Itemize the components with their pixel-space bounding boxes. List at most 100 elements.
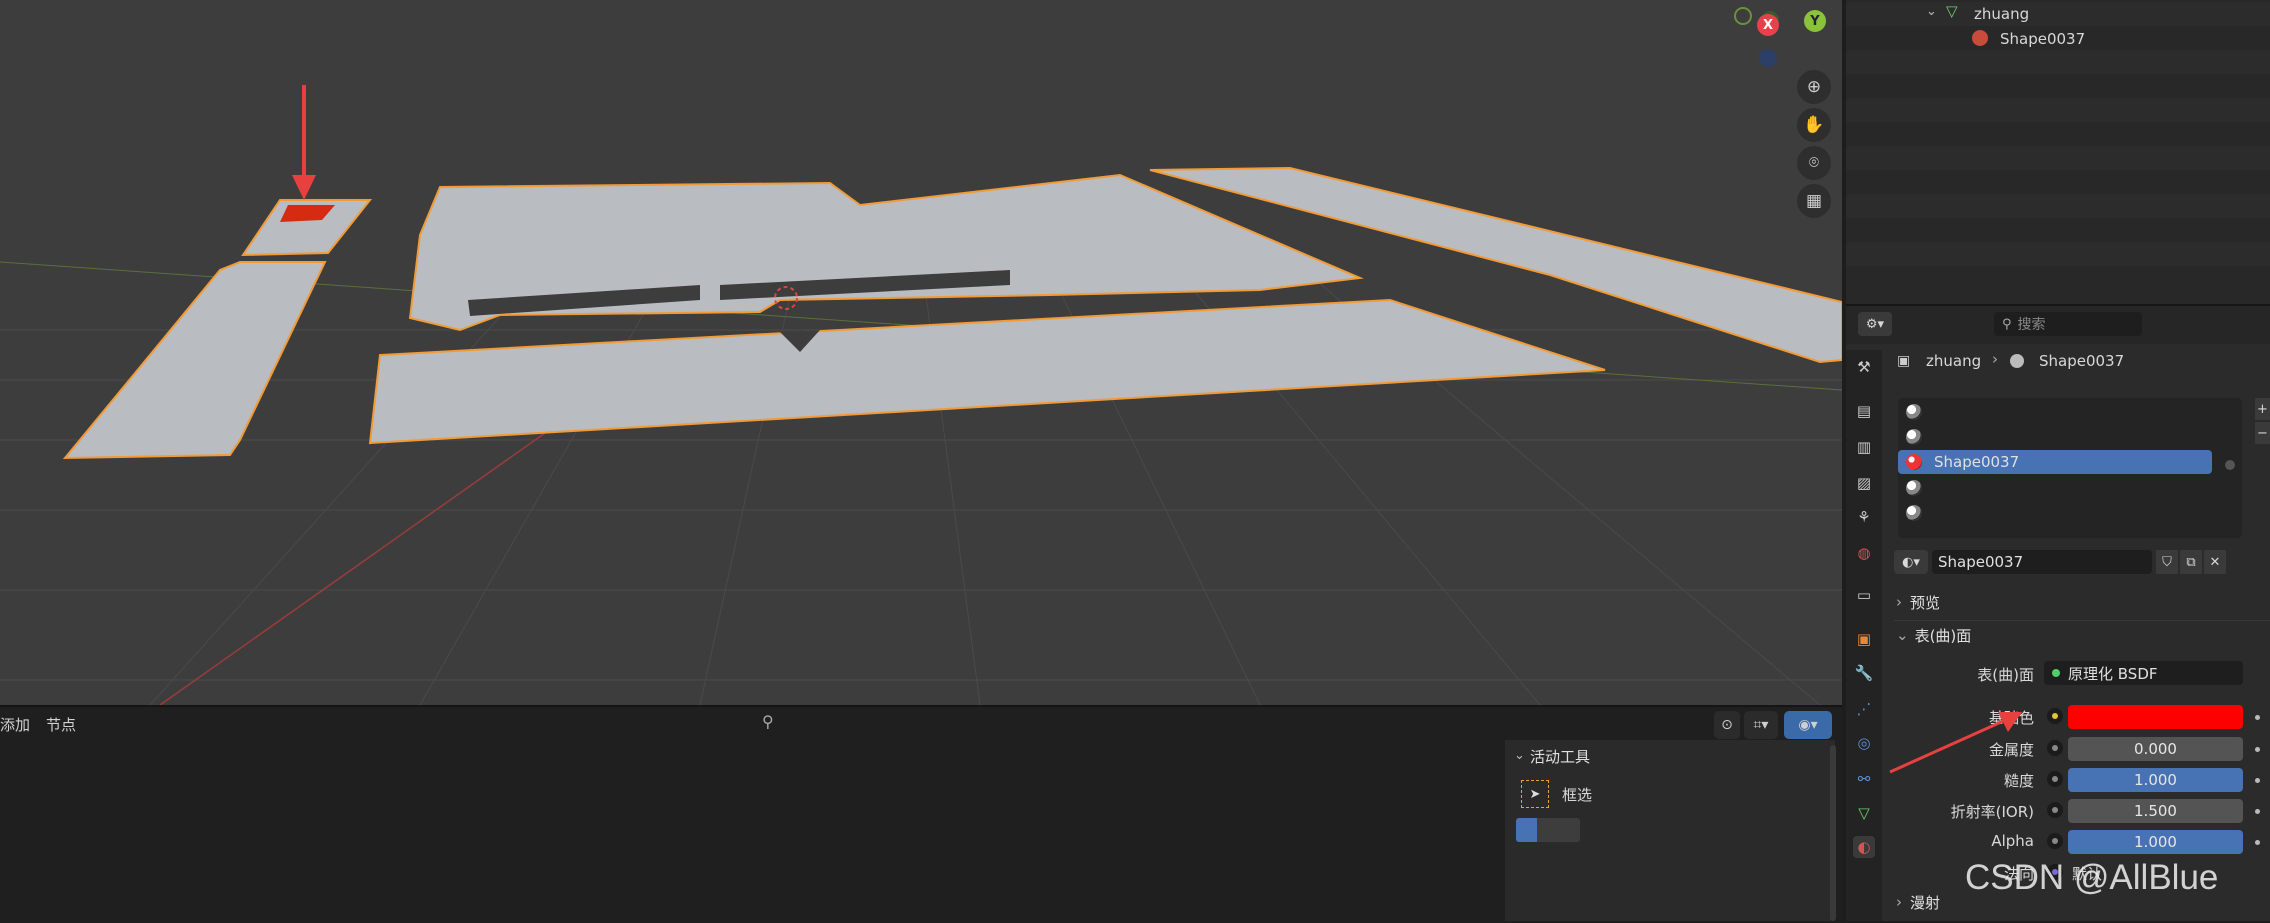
keyframe-dot[interactable] <box>2255 715 2260 720</box>
outliner-row[interactable] <box>1846 2 2270 26</box>
chevron-down-icon[interactable]: ⌄ <box>1514 748 1525 763</box>
metallic-slider[interactable]: 0.000 <box>2068 737 2243 761</box>
keyframe-dot[interactable] <box>2255 747 2260 752</box>
panel-surface[interactable]: ⌄ 表(曲)面 <box>1896 622 2256 648</box>
panel-diffuse-label: 漫射 <box>1910 893 1941 912</box>
scene-tab-icon[interactable]: ⚘ <box>1853 506 1875 528</box>
menu-node[interactable]: 节点 <box>46 714 76 735</box>
shader-socket-icon <box>2052 669 2060 677</box>
annotation-arrow-head <box>292 175 316 200</box>
list-item[interactable] <box>1898 501 2216 525</box>
list-scroll-handle[interactable] <box>2225 460 2235 470</box>
surface-shader-name: 原理化 BSDF <box>2068 664 2158 683</box>
metallic-value: 0.000 <box>2134 740 2177 758</box>
active-tool-title: 活动工具 <box>1530 748 1591 766</box>
breadcrumb-separator-icon: › <box>1992 350 1998 368</box>
selection-mode-group <box>1516 818 1580 842</box>
gizmo-neg-x <box>1734 7 1752 25</box>
gizmo-y-label: Y <box>1810 13 1820 29</box>
close-icon[interactable]: ✕ <box>2204 550 2226 574</box>
ior-value: 1.500 <box>2134 802 2177 820</box>
camera-icon[interactable]: ⌾ <box>1797 146 1831 180</box>
chevron-down-icon: ⌄ <box>1896 626 1909 644</box>
menu-add[interactable]: 添加 <box>0 714 30 735</box>
annotation-arrow <box>1889 712 2022 774</box>
keyframe-dot[interactable] <box>2255 840 2260 845</box>
material-icon <box>1972 30 1988 46</box>
outliner-item-material[interactable]: Shape0037 <box>2000 30 2085 48</box>
material-sphere-icon <box>1906 454 1922 470</box>
divider <box>1894 620 2270 621</box>
object-icon: ▣ <box>1897 353 1911 369</box>
panel-preview-label: 预览 <box>1910 593 1941 612</box>
gizmo-x-label: X <box>1762 17 1774 33</box>
search-input[interactable]: ⚲ 搜索 <box>1994 312 2142 336</box>
editor-type-icon[interactable]: ⚙▾ <box>1858 312 1892 336</box>
zoom-icon[interactable]: ⊕ <box>1797 70 1831 104</box>
socket-dot[interactable] <box>2047 833 2063 849</box>
panel-preview[interactable]: › 预览 <box>1896 589 2256 615</box>
list-item-selected[interactable]: Shape0037 <box>1898 450 2212 474</box>
alpha-value: 1.000 <box>2134 833 2177 851</box>
roughness-value: 1.000 <box>2134 771 2177 789</box>
snap-icon[interactable]: ⊙ <box>1714 711 1740 739</box>
material-icon <box>2010 354 2024 368</box>
search-icon: ⚲ <box>2002 316 2012 332</box>
output-tab-icon[interactable]: ▥ <box>1853 436 1875 458</box>
keyframe-dot[interactable] <box>2255 809 2260 814</box>
socket-dot[interactable] <box>2047 771 2063 787</box>
alpha-slider[interactable]: 1.000 <box>2068 830 2243 854</box>
breadcrumb-object[interactable]: zhuang <box>1926 352 1981 370</box>
ior-label: 折射率(IOR) <box>1950 803 2034 821</box>
socket-dot[interactable] <box>2047 708 2063 724</box>
gizmo-neg-z <box>1759 49 1777 67</box>
list-item[interactable] <box>1898 400 2216 424</box>
material-sphere-icon <box>1906 480 1922 496</box>
browse-material-icon[interactable]: ◐▾ <box>1894 550 1928 574</box>
perspective-grid-icon[interactable]: ▦ <box>1797 184 1831 218</box>
material-sphere-icon <box>1906 429 1922 445</box>
list-item[interactable] <box>1898 476 2216 500</box>
duplicate-icon[interactable]: ⧉ <box>2180 550 2202 574</box>
pan-hand-icon[interactable]: ✋ <box>1797 108 1831 142</box>
ior-field[interactable]: 1.500 <box>2068 799 2243 823</box>
tool-tab-icon[interactable]: ⚒ <box>1853 356 1875 378</box>
material-sphere-icon <box>1906 505 1922 521</box>
collection-tab-icon[interactable]: ▭ <box>1853 584 1875 606</box>
select-mode-subtract-icon[interactable] <box>1558 818 1580 842</box>
object-tab-icon[interactable]: ▣ <box>1853 628 1875 650</box>
3d-viewport[interactable]: X Y ⊕ ✋ ⌾ ▦ <box>0 0 1842 705</box>
view-layer-tab-icon[interactable]: ▨ <box>1853 472 1875 494</box>
box-select-icon[interactable]: ➤ <box>1521 780 1549 808</box>
expand-chevron-icon[interactable]: ⌄ <box>1926 4 1937 19</box>
base-color-swatch[interactable] <box>2068 705 2243 729</box>
socket-dot[interactable] <box>2047 740 2063 756</box>
pin-icon[interactable]: ⚲ <box>762 712 774 731</box>
viewport-scene <box>0 7 1842 705</box>
surface-shader-field[interactable]: 原理化 BSDF <box>2044 661 2243 685</box>
outliner-item-collection[interactable]: zhuang <box>1974 5 2029 23</box>
left-strip-object <box>62 261 327 460</box>
select-mode-extend-icon[interactable] <box>1537 818 1558 842</box>
breadcrumb-material[interactable]: Shape0037 <box>2039 352 2124 370</box>
socket-dot[interactable] <box>2047 802 2063 818</box>
chevron-right-icon: › <box>1896 593 1902 611</box>
list-item[interactable] <box>1898 425 2216 449</box>
transform-pivot-icon[interactable]: ⌗▾ <box>1744 711 1778 739</box>
keyframe-dot[interactable] <box>2255 778 2260 783</box>
add-slot-icon[interactable]: + <box>2255 398 2270 420</box>
surface-label: 表(曲)面 <box>1977 666 2034 684</box>
render-tab-icon[interactable]: ▤ <box>1853 400 1875 422</box>
gizmo-x-axis[interactable]: X <box>1757 14 1779 36</box>
select-mode-new-icon[interactable] <box>1516 818 1537 842</box>
watermark: CSDN @AllBlue <box>1965 858 2219 897</box>
remove-slot-icon[interactable]: − <box>2255 422 2270 444</box>
world-tab-icon[interactable]: ◍ <box>1853 542 1875 564</box>
material-name-field[interactable]: Shape0037 <box>1932 550 2152 574</box>
overlay-toggle-icon[interactable]: ◉▾ <box>1784 711 1832 739</box>
fake-user-shield-icon[interactable]: ⛉ <box>2156 550 2178 574</box>
bottom-plane-object <box>368 298 1606 445</box>
slot-label: Shape0037 <box>1934 453 2020 471</box>
roughness-slider[interactable]: 1.000 <box>2068 768 2243 792</box>
gizmo-y-axis[interactable]: Y <box>1804 10 1826 32</box>
